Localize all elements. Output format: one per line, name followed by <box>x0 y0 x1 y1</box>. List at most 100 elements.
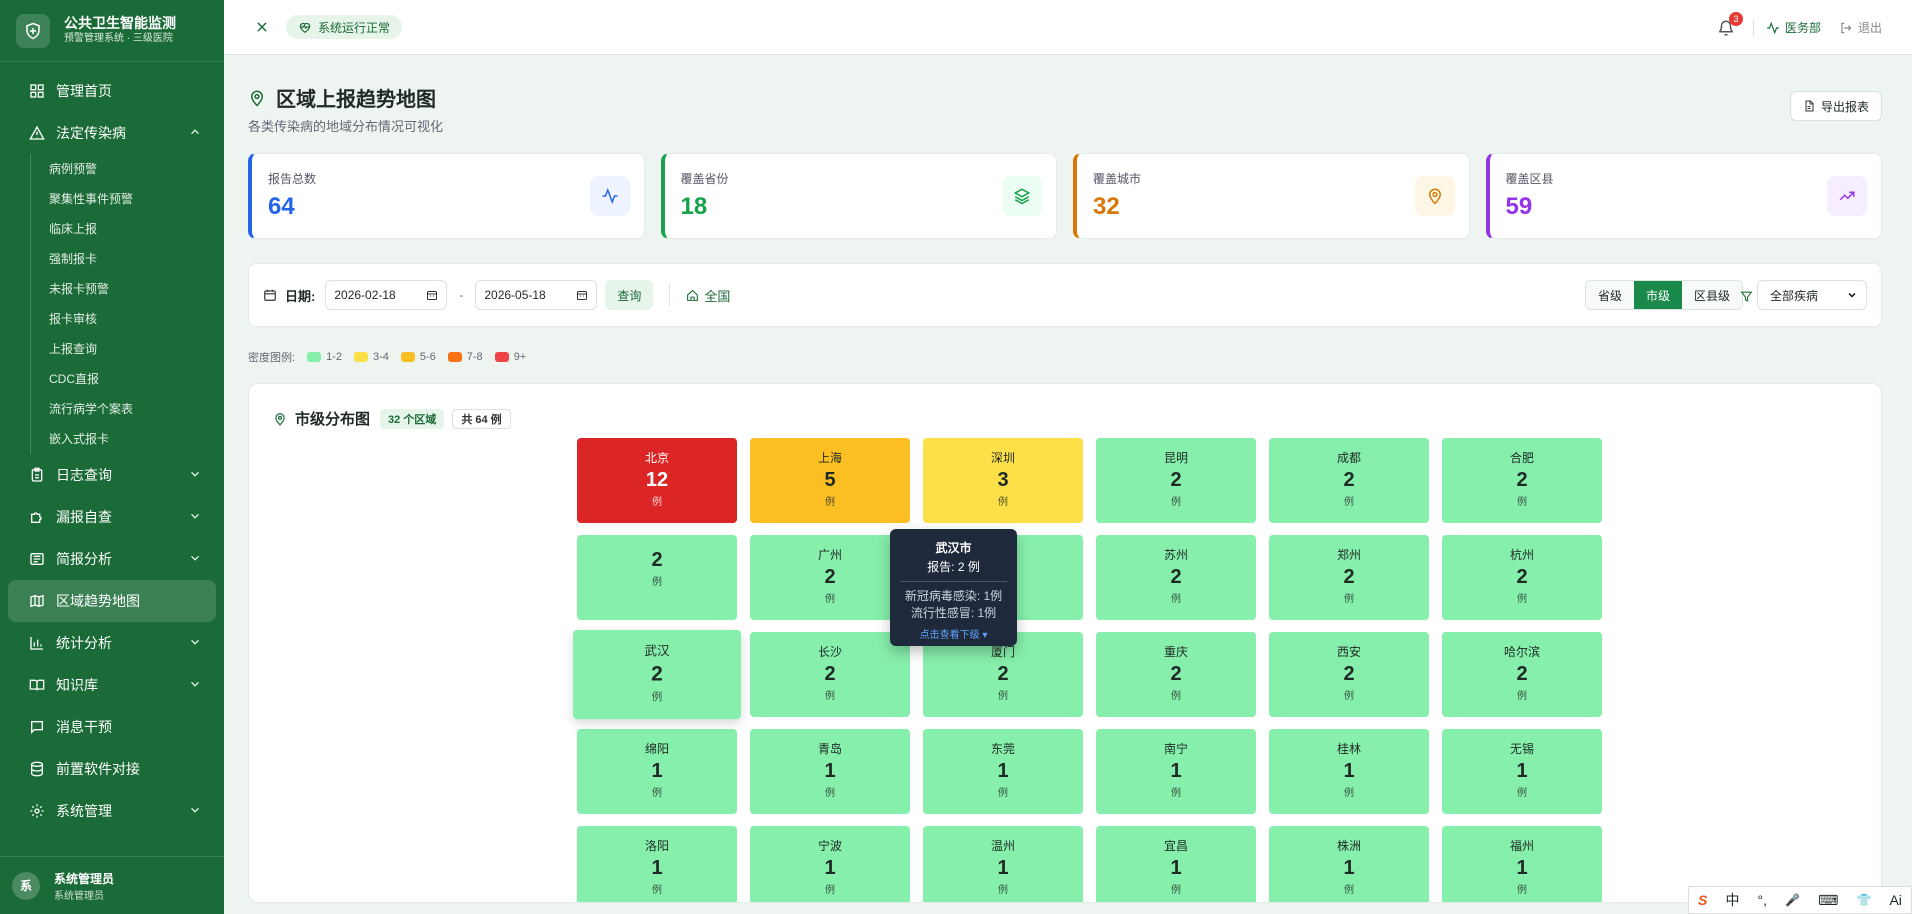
city-name: 宜昌 <box>1163 839 1188 853</box>
logout-button[interactable]: 退出 <box>1839 19 1882 36</box>
start-date-input[interactable]: 2026-02-18 <box>325 280 448 310</box>
clipboard-icon <box>28 466 46 484</box>
city-cell[interactable]: 福州 1 例 <box>1442 826 1602 902</box>
dept-link[interactable]: 医务部 <box>1766 19 1821 36</box>
subnav-item[interactable]: 临床上报 <box>31 214 224 244</box>
microphone-icon[interactable]: 🎤 <box>1785 893 1800 907</box>
nav-item-stats[interactable]: 统计分析 <box>8 622 216 664</box>
city-cell[interactable]: 重庆 2 例 <box>1096 632 1256 717</box>
city-cell[interactable]: 南宁 1 例 <box>1096 729 1256 814</box>
level-city-button[interactable]: 市级 <box>1633 281 1682 309</box>
city-count: 1 <box>824 760 836 782</box>
export-button[interactable]: 导出报表 <box>1789 91 1882 121</box>
subnav-item[interactable]: 未报卡预警 <box>31 274 224 304</box>
city-count: 1 <box>651 760 663 782</box>
city-cell[interactable]: 宜昌 1 例 <box>1096 826 1256 902</box>
city-name: 桂林 <box>1336 742 1361 756</box>
ime-punct-toggle[interactable]: °, <box>1758 892 1768 908</box>
nav-item-sys[interactable]: 系统管理 <box>8 790 216 832</box>
city-cell[interactable]: 杭州 2 例 <box>1442 535 1602 620</box>
nav-item-brief[interactable]: 简报分析 <box>8 538 216 580</box>
disease-select-value: 全部疾病 <box>1770 288 1819 303</box>
city-cell[interactable]: 昆明 2 例 <box>1096 438 1256 523</box>
subnav-item[interactable]: 嵌入式报卡 <box>31 424 224 454</box>
disease-select[interactable]: 全部疾病 <box>1757 280 1867 310</box>
city-cell[interactable]: 北京 12 例 <box>577 438 737 523</box>
city-cell[interactable]: 东莞 1 例 <box>923 729 1083 814</box>
city-cell[interactable]: 2例 <box>577 535 737 620</box>
city-cell[interactable]: 绵阳 1 例 <box>577 729 737 814</box>
city-cell[interactable]: 无锡 1 例 <box>1442 729 1602 814</box>
city-cell[interactable]: 哈尔滨 2 例 <box>1442 632 1602 717</box>
city-unit: 例 <box>825 885 835 896</box>
close-icon[interactable] <box>254 19 270 35</box>
city-cell[interactable]: 长沙 2 例 <box>750 632 910 717</box>
date-label: 日期: <box>263 286 315 305</box>
end-date-value: 2026-05-18 <box>484 288 546 302</box>
level-district-button[interactable]: 区县级 <box>1681 281 1742 309</box>
subnav-item[interactable]: 流行病学个案表 <box>31 394 224 424</box>
notification-button[interactable]: 3 <box>1717 11 1743 37</box>
tooltip-drilldown-link[interactable]: 点击查看下级 ▾ <box>890 626 1017 641</box>
nav-item-home[interactable]: 管理首页 <box>8 70 216 112</box>
city-unit: 例 <box>998 497 1008 508</box>
filter-icon <box>1740 291 1753 302</box>
ime-logo-icon[interactable]: S <box>1698 892 1707 908</box>
nav-item-infectious[interactable]: 法定传染病 <box>8 112 216 154</box>
city-cell[interactable]: 温州 1 例 <box>923 826 1083 902</box>
city-cell[interactable]: 宁波 1 例 <box>750 826 910 902</box>
city-cell[interactable]: 深圳 3 例 <box>923 438 1083 523</box>
city-cell[interactable]: 上海 5 例 <box>750 438 910 523</box>
subnav-item[interactable]: 病例预警 <box>31 154 224 184</box>
city-cell[interactable]: 洛阳 1 例 <box>577 826 737 902</box>
query-button[interactable]: 查询 <box>605 280 654 310</box>
city-name: 青岛 <box>817 742 842 756</box>
stat-label: 报告总数 <box>268 172 317 186</box>
keyboard-icon[interactable]: ⌨ <box>1818 892 1838 909</box>
city-cell[interactable]: 武汉 2 例 <box>573 629 741 720</box>
puzzle-icon <box>28 508 46 526</box>
subnav-item[interactable]: 强制报卡 <box>31 244 224 274</box>
city-count: 1 <box>997 857 1009 879</box>
export-label: 导出报表 <box>1820 99 1869 114</box>
nav-item-msg[interactable]: 消息干预 <box>8 706 216 748</box>
warning-icon <box>28 124 46 142</box>
map-header: 市级分布图 32 个区域 共 64 例 <box>273 408 519 429</box>
city-count: 2 <box>997 663 1009 685</box>
stat-value: 64 <box>268 193 295 220</box>
nav-item-selfcheck[interactable]: 漏报自查 <box>8 496 216 538</box>
city-count: 2 <box>1343 566 1355 588</box>
ai-icon[interactable]: Ai <box>1889 892 1901 908</box>
city-count: 1 <box>651 857 663 879</box>
nav-item-map[interactable]: 区域趋势地图 <box>8 580 216 622</box>
city-cell[interactable]: 成都 2 例 <box>1269 438 1429 523</box>
dept-label: 医务部 <box>1784 21 1821 35</box>
subnav-item[interactable]: 上报查询 <box>31 334 224 364</box>
city-cell[interactable]: 合肥 2 例 <box>1442 438 1602 523</box>
end-date-input[interactable]: 2026-05-18 <box>475 280 598 310</box>
activity-icon <box>1767 21 1779 34</box>
user-box[interactable]: 系 系统管理员 系统管理员 <box>0 856 224 914</box>
ime-language-toggle[interactable]: 中 <box>1725 890 1739 910</box>
subnav-item[interactable]: 聚集性事件预警 <box>31 184 224 214</box>
subnav-item[interactable]: 报卡审核 <box>31 304 224 334</box>
city-cell[interactable]: 株洲 1 例 <box>1269 826 1429 902</box>
city-cell[interactable]: 郑州 2 例 <box>1269 535 1429 620</box>
level-province-button[interactable]: 省级 <box>1585 281 1634 309</box>
nav-item-frontend[interactable]: 前置软件对接 <box>8 748 216 790</box>
national-link[interactable]: 全国 <box>686 286 730 305</box>
city-cell[interactable]: 西安 2 例 <box>1269 632 1429 717</box>
skin-icon[interactable]: 👕 <box>1856 893 1871 907</box>
city-cell[interactable]: 青岛 1 例 <box>750 729 910 814</box>
brand-subtitle: 预警管理系统 · 三级医院 <box>64 33 173 44</box>
city-unit: 例 <box>1517 885 1527 896</box>
city-unit: 例 <box>1517 691 1527 702</box>
subnav-item[interactable]: CDC直报 <box>31 364 224 394</box>
map-pin-icon <box>275 412 285 426</box>
city-cell[interactable]: 广州 2 例 <box>750 535 910 620</box>
city-cell[interactable]: 苏州 2 例 <box>1096 535 1256 620</box>
nav-item-kb[interactable]: 知识库 <box>8 664 216 706</box>
nav-item-log[interactable]: 日志查询 <box>8 454 216 496</box>
city-cell[interactable]: 桂林 1 例 <box>1269 729 1429 814</box>
city-name: 洛阳 <box>644 839 669 853</box>
